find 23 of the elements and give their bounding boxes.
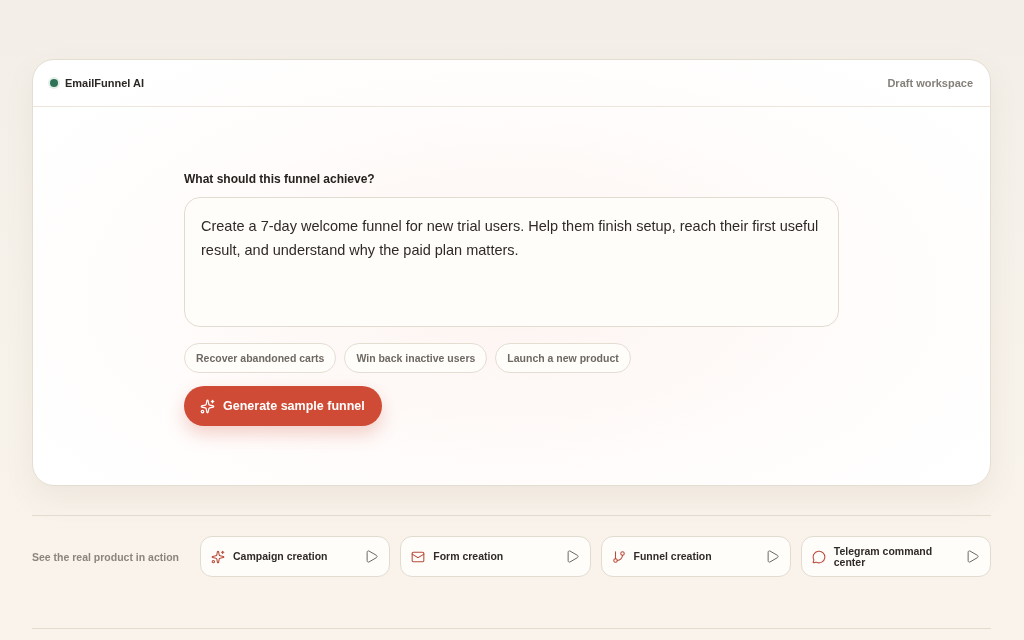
demo-heading: See the real product in action: [32, 550, 181, 563]
generate-button[interactable]: Generate sample funnel: [184, 386, 382, 426]
demo-card[interactable]: Telegram command center: [800, 536, 991, 577]
workspace-status: Draft workspace: [887, 77, 973, 89]
suggestion-chip[interactable]: Win back inactive users: [344, 343, 488, 373]
demo-card[interactable]: Funnel creation: [600, 536, 791, 577]
play-icon: [764, 549, 780, 564]
sparkles-icon: [211, 549, 225, 564]
sparkles-icon: [200, 398, 215, 414]
demo-card[interactable]: Form creation: [400, 536, 591, 577]
play-icon: [364, 549, 380, 564]
play-icon: [564, 549, 580, 564]
demo-card[interactable]: Campaign creation: [200, 536, 391, 577]
play-icon: [965, 549, 980, 564]
suggestion-chip[interactable]: Recover abandoned carts: [184, 343, 337, 373]
goal-input[interactable]: Create a 7-day welcome funnel for new trial users. Help them finish setup, reach their first useful result, and understand why the paid plan matters.: [184, 197, 839, 327]
app-name: EmailFunnel AI: [65, 77, 145, 89]
prompt-label: What should this funnel achieve?: [184, 171, 376, 187]
chat-bubble-icon: [811, 549, 826, 564]
status-dot-icon: [50, 79, 58, 87]
suggestion-chip[interactable]: Launch a new product: [495, 343, 631, 373]
branch-icon: [611, 549, 626, 564]
mail-icon: [411, 549, 426, 564]
